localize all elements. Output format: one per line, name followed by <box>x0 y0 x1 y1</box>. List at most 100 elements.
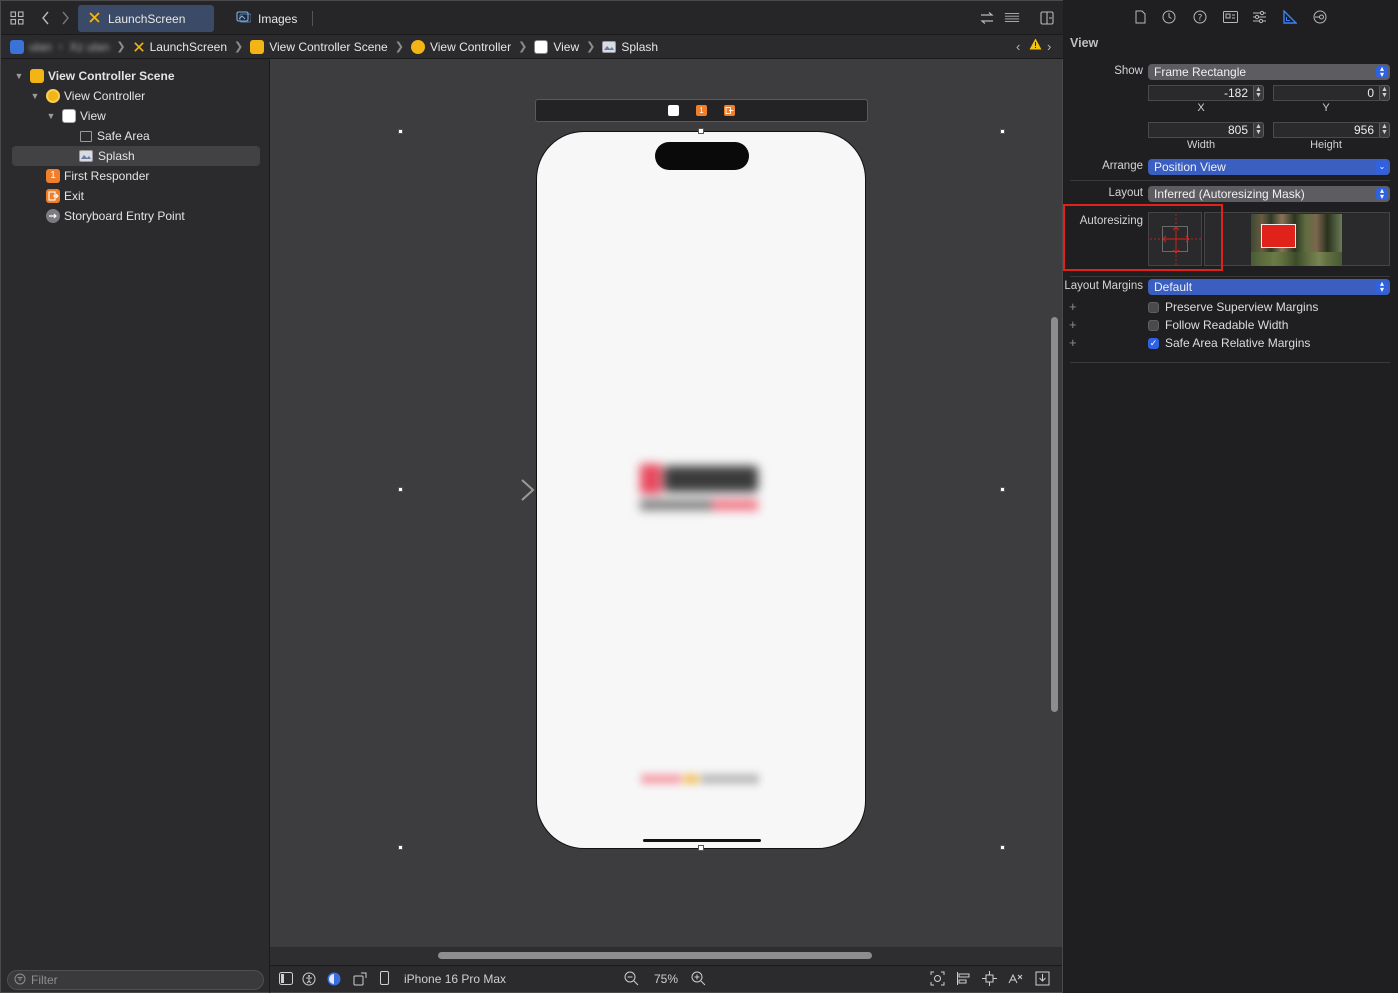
outline-item-entry-point[interactable]: Storyboard Entry Point <box>46 206 185 226</box>
disclosure-down-icon[interactable]: ▼ <box>14 71 24 81</box>
outline-item-view[interactable]: ▼ View <box>46 106 106 126</box>
embed-in-icon[interactable] <box>1035 971 1050 989</box>
layout-popup[interactable]: Inferred (Autoresizing Mask) ▴ ▾ <box>1148 186 1390 202</box>
entry-point-arrow[interactable] <box>460 477 536 503</box>
resize-handle-bottom[interactable] <box>698 845 704 851</box>
resize-handle[interactable] <box>1000 487 1005 492</box>
horizontal-scrollbar[interactable] <box>438 952 872 959</box>
outline-toggle-icon[interactable] <box>279 972 293 988</box>
entry-point-icon <box>46 209 60 223</box>
breadcrumb-view-controller[interactable]: View Controller <box>410 39 511 54</box>
resolve-issues-icon[interactable] <box>1008 971 1023 989</box>
width-label: Width <box>1186 139 1216 151</box>
width-stepper[interactable]: ▲ ▼ <box>1253 122 1264 138</box>
height-stepper[interactable]: ▲ ▼ <box>1379 122 1390 138</box>
breadcrumb-launchscreen[interactable]: LaunchScreen <box>133 40 227 54</box>
add-constraints-icon[interactable] <box>982 971 997 989</box>
x-label: X <box>1197 102 1205 114</box>
layout-margins-popup[interactable]: Default ▴ ▾ <box>1148 279 1390 295</box>
attributes-inspector-icon[interactable] <box>1252 10 1267 27</box>
zoom-in-icon[interactable] <box>691 971 706 989</box>
x-stepper[interactable]: ▲ ▼ <box>1253 85 1264 101</box>
size-inspector-icon[interactable] <box>1283 9 1298 27</box>
identity-inspector-icon[interactable] <box>1223 11 1238 26</box>
preserve-superview-margins-checkbox[interactable]: Preserve Superview Margins <box>1148 300 1318 314</box>
previous-issue-icon[interactable]: ‹ <box>1016 39 1020 54</box>
align-icon[interactable] <box>956 971 971 989</box>
back-icon[interactable] <box>38 10 54 26</box>
height-field[interactable]: 956 <box>1273 122 1380 138</box>
connections-inspector-icon[interactable] <box>1313 10 1327 27</box>
y-stepper[interactable]: ▲ ▼ <box>1379 85 1390 101</box>
add-variation-icon[interactable]: + <box>1069 299 1077 314</box>
outline-item-first-responder[interactable]: 1 First Responder <box>46 166 149 186</box>
file-inspector-icon[interactable] <box>1135 10 1146 27</box>
tab-launchscreen[interactable]: LaunchScreen <box>78 5 214 32</box>
view-controller-dock-icon[interactable] <box>668 105 679 116</box>
image-asset-icon <box>236 11 252 26</box>
image-view-icon <box>79 150 93 162</box>
device-name[interactable]: iPhone 16 Pro Max <box>404 972 506 986</box>
storyboard-canvas[interactable]: 1 <box>270 59 1062 947</box>
history-inspector-icon[interactable] <box>1162 10 1176 27</box>
zoom-out-icon[interactable] <box>624 971 639 989</box>
vertical-scrollbar[interactable] <box>1051 317 1058 712</box>
x-field[interactable]: -182 <box>1148 85 1254 101</box>
tab-label: LaunchScreen <box>108 11 186 26</box>
resize-handle[interactable] <box>398 487 403 492</box>
exit-dock-icon[interactable] <box>724 105 735 116</box>
layout-margins-label: Layout Margins <box>1064 280 1143 292</box>
outline-item-splash[interactable]: Splash <box>12 146 260 166</box>
breadcrumb-group[interactable]: Xz ulan <box>69 40 109 54</box>
zoom-level[interactable]: 75% <box>654 972 678 986</box>
device-icon[interactable] <box>380 971 389 988</box>
checkbox-unchecked[interactable] <box>1148 319 1159 331</box>
filter-field[interactable]: Filter <box>7 970 264 990</box>
show-popup[interactable]: Frame Rectangle ▴ ▾ <box>1148 64 1390 80</box>
iphone-canvas-view[interactable] <box>536 131 866 849</box>
resize-handle-top[interactable] <box>698 128 704 134</box>
forward-icon[interactable] <box>57 10 73 26</box>
disclosure-down-icon[interactable]: ▼ <box>46 111 56 121</box>
horizontal-scrollbar-track <box>270 947 1062 965</box>
resize-handle[interactable] <box>398 129 403 134</box>
lines-icon[interactable] <box>1004 10 1020 26</box>
y-label: Y <box>1322 102 1330 114</box>
width-field[interactable]: 805 <box>1148 122 1254 138</box>
y-field[interactable]: 0 <box>1273 85 1380 101</box>
breadcrumb-view[interactable]: View <box>534 39 579 54</box>
outline-item-view-controller[interactable]: ▼ View Controller <box>30 86 145 106</box>
arrange-popup[interactable]: Position View ⌄ <box>1148 159 1390 175</box>
add-editor-icon[interactable] <box>1039 10 1055 26</box>
warning-icon[interactable] <box>1029 38 1042 53</box>
orientation-icon[interactable] <box>353 972 367 989</box>
appearance-icon[interactable] <box>327 972 341 989</box>
update-frames-icon[interactable] <box>930 971 945 989</box>
outline-item-scene[interactable]: ▼ View Controller Scene <box>14 66 175 86</box>
resize-handle[interactable] <box>1000 129 1005 134</box>
grid-icon[interactable] <box>9 10 25 26</box>
checkmark-icon[interactable]: ✓ <box>1148 337 1159 349</box>
scene-dock[interactable]: 1 <box>535 99 868 122</box>
accessibility-icon[interactable] <box>302 972 316 989</box>
add-variation-icon[interactable]: + <box>1069 317 1077 332</box>
next-issue-icon[interactable]: › <box>1047 39 1051 54</box>
breadcrumb-project[interactable]: ulan <box>29 40 52 54</box>
resize-handle[interactable] <box>398 845 403 850</box>
swap-icon[interactable] <box>979 10 995 26</box>
outline-item-safe-area[interactable]: Safe Area <box>80 126 150 146</box>
breadcrumb-splash[interactable]: Splash <box>602 40 658 54</box>
tab-images[interactable]: Images <box>226 5 313 32</box>
checkbox-unchecked[interactable] <box>1148 301 1159 313</box>
first-responder-dock-icon[interactable]: 1 <box>696 105 707 116</box>
autoresizing-example-preview <box>1204 212 1390 266</box>
follow-readable-width-checkbox[interactable]: Follow Readable Width <box>1148 318 1288 332</box>
quick-help-icon[interactable]: ? <box>1193 10 1207 27</box>
safe-area-relative-margins-checkbox[interactable]: ✓ Safe Area Relative Margins <box>1148 336 1310 350</box>
breadcrumb-scene[interactable]: View Controller Scene <box>250 39 388 54</box>
resize-handle[interactable] <box>1000 845 1005 850</box>
outline-item-exit[interactable]: Exit <box>46 186 84 206</box>
disclosure-down-icon[interactable]: ▼ <box>30 91 40 101</box>
filter-icon <box>14 973 26 988</box>
add-variation-icon[interactable]: + <box>1069 335 1077 350</box>
